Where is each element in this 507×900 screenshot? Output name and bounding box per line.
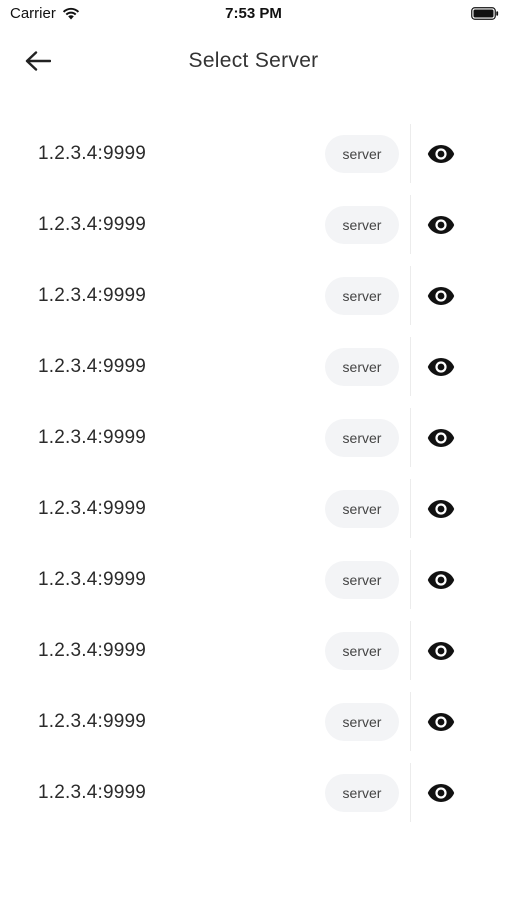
status-bar: Carrier 7:53 PM — [0, 0, 507, 28]
server-type-badge: server — [325, 632, 399, 670]
server-address: 1.2.3.4:9999 — [38, 285, 147, 306]
vertical-divider — [410, 692, 411, 751]
vertical-divider — [410, 124, 411, 183]
app-header: Select Server — [0, 28, 507, 96]
server-type-badge: server — [325, 774, 399, 812]
view-server-button[interactable] — [422, 774, 460, 812]
view-server-button[interactable] — [422, 206, 460, 244]
battery-icon — [471, 7, 499, 20]
server-address: 1.2.3.4:9999 — [38, 498, 147, 519]
server-row[interactable]: 1.2.3.4:9999 server — [0, 260, 507, 331]
page-title: Select Server — [188, 49, 319, 72]
eye-icon — [427, 641, 455, 661]
server-address: 1.2.3.4:9999 — [38, 143, 147, 164]
vertical-divider — [410, 550, 411, 609]
server-type-badge: server — [325, 277, 399, 315]
view-server-button[interactable] — [422, 135, 460, 173]
server-address: 1.2.3.4:9999 — [38, 214, 147, 235]
eye-icon — [427, 215, 455, 235]
vertical-divider — [410, 763, 411, 822]
server-type-badge: server — [325, 419, 399, 457]
eye-icon — [427, 286, 455, 306]
server-address: 1.2.3.4:9999 — [38, 569, 147, 590]
server-type-badge: server — [325, 490, 399, 528]
status-time: 7:53 PM — [225, 5, 282, 22]
server-row[interactable]: 1.2.3.4:9999 server — [0, 331, 507, 402]
server-row[interactable]: 1.2.3.4:9999 server — [0, 686, 507, 757]
eye-icon — [427, 499, 455, 519]
server-type-badge: server — [325, 348, 399, 386]
server-type-badge: server — [325, 206, 399, 244]
eye-icon — [427, 712, 455, 732]
server-list: 1.2.3.4:9999 server 1.2.3.4:9999 server 1.2.… — [0, 118, 507, 828]
server-row[interactable]: 1.2.3.4:9999 server — [0, 757, 507, 828]
server-type-badge: server — [325, 703, 399, 741]
server-address: 1.2.3.4:9999 — [38, 782, 147, 803]
view-server-button[interactable] — [422, 703, 460, 741]
eye-icon — [427, 357, 455, 377]
server-address: 1.2.3.4:9999 — [38, 640, 147, 661]
vertical-divider — [410, 195, 411, 254]
server-address: 1.2.3.4:9999 — [38, 427, 147, 448]
vertical-divider — [410, 266, 411, 325]
server-row[interactable]: 1.2.3.4:9999 server — [0, 544, 507, 615]
server-row[interactable]: 1.2.3.4:9999 server — [0, 189, 507, 260]
view-server-button[interactable] — [422, 490, 460, 528]
view-server-button[interactable] — [422, 632, 460, 670]
eye-icon — [427, 783, 455, 803]
view-server-button[interactable] — [422, 419, 460, 457]
vertical-divider — [410, 408, 411, 467]
server-row[interactable]: 1.2.3.4:9999 server — [0, 615, 507, 686]
vertical-divider — [410, 621, 411, 680]
view-server-button[interactable] — [422, 348, 460, 386]
server-type-badge: server — [325, 135, 399, 173]
server-row[interactable]: 1.2.3.4:9999 server — [0, 118, 507, 189]
server-row[interactable]: 1.2.3.4:9999 server — [0, 473, 507, 544]
eye-icon — [427, 428, 455, 448]
server-type-badge: server — [325, 561, 399, 599]
eye-icon — [427, 570, 455, 590]
server-address: 1.2.3.4:9999 — [38, 711, 147, 732]
select-server-screen: Carrier 7:53 PM Select Server 1.2.3.4:99… — [0, 0, 507, 900]
view-server-button[interactable] — [422, 561, 460, 599]
vertical-divider — [410, 479, 411, 538]
view-server-button[interactable] — [422, 277, 460, 315]
server-address: 1.2.3.4:9999 — [38, 356, 147, 377]
vertical-divider — [410, 337, 411, 396]
server-row[interactable]: 1.2.3.4:9999 server — [0, 402, 507, 473]
eye-icon — [427, 144, 455, 164]
